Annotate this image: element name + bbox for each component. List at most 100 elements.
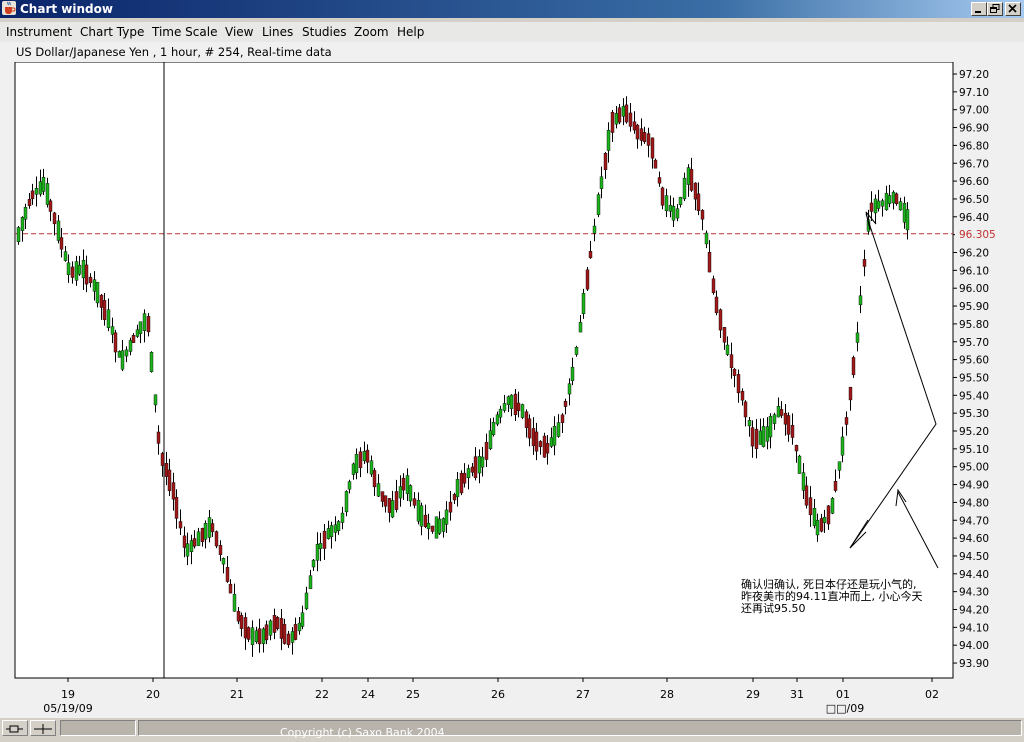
price-chart[interactable]: 97.20 97.10 97.00 96.90 96.80 96.70 96.60 96.50… bbox=[0, 62, 1024, 718]
candle-up bbox=[884, 192, 889, 211]
candle-down bbox=[131, 335, 136, 343]
candle-down bbox=[628, 112, 633, 127]
candle-up bbox=[38, 181, 43, 195]
candle-down bbox=[470, 466, 475, 473]
menu-instrument[interactable]: Instrument bbox=[6, 25, 72, 39]
candle-up bbox=[95, 282, 100, 304]
pin-button[interactable] bbox=[2, 720, 28, 736]
candle-up bbox=[398, 486, 403, 499]
x-tick-label: 25 bbox=[406, 688, 420, 701]
candle-down bbox=[358, 451, 363, 469]
candle-up bbox=[488, 430, 493, 449]
candle-down bbox=[59, 237, 64, 250]
crosshair-icon bbox=[34, 724, 52, 734]
candle-down bbox=[718, 309, 723, 331]
menu-chart-type[interactable]: Chart Type bbox=[80, 25, 144, 39]
y-tick-label: 94.40 bbox=[959, 569, 989, 581]
restore-button[interactable] bbox=[987, 2, 1003, 16]
candle-up bbox=[297, 622, 302, 632]
y-tick-label: 95.40 bbox=[959, 390, 989, 402]
candle-down bbox=[804, 485, 809, 506]
menu-zoom[interactable]: Zoom bbox=[354, 25, 389, 39]
menu-view[interactable]: View bbox=[225, 25, 253, 39]
annotation-text-line: 还再试95.50 bbox=[741, 602, 806, 615]
menu-studies[interactable]: Studies bbox=[302, 25, 347, 39]
menu-help[interactable]: Help bbox=[397, 25, 424, 39]
candle-up bbox=[318, 543, 323, 549]
instrument-description: US Dollar/Japanese Yen , 1 hour, # 254, … bbox=[16, 45, 332, 59]
candle-down bbox=[282, 624, 287, 644]
candle-up bbox=[765, 426, 770, 442]
candle-up bbox=[329, 525, 334, 537]
y-tick-label: 96.10 bbox=[959, 265, 989, 277]
candle-down bbox=[423, 514, 428, 527]
candle-down bbox=[383, 495, 388, 507]
candle-down bbox=[214, 531, 219, 547]
candle-up bbox=[621, 105, 626, 117]
close-icon bbox=[1008, 4, 1017, 13]
y-tick-label: 95.50 bbox=[959, 372, 989, 384]
candle-up bbox=[369, 460, 374, 475]
candle-down bbox=[239, 615, 244, 629]
candle-down bbox=[624, 104, 629, 123]
candle-up bbox=[747, 420, 752, 427]
candle-down bbox=[200, 527, 205, 542]
y-tick-label: 96.00 bbox=[959, 283, 989, 295]
candle-down bbox=[696, 193, 701, 211]
candle-down bbox=[167, 469, 172, 492]
menu-time-scale[interactable]: Time Scale bbox=[152, 25, 217, 39]
candle-up bbox=[347, 481, 352, 490]
x-tick-label: 01 bbox=[836, 688, 850, 701]
candle-down bbox=[848, 386, 853, 401]
candle-down bbox=[387, 498, 392, 513]
candle-down bbox=[473, 456, 478, 478]
candle-up bbox=[812, 508, 817, 526]
candle-up bbox=[830, 498, 835, 514]
candle-up bbox=[81, 259, 86, 279]
crosshair-button[interactable] bbox=[30, 720, 56, 736]
candle-down bbox=[869, 202, 874, 212]
candle-down bbox=[70, 266, 75, 278]
y-tick-label: 95.60 bbox=[959, 355, 989, 367]
current-price-label: 96.305 bbox=[959, 229, 996, 241]
pin-icon bbox=[6, 725, 23, 733]
candle-up bbox=[92, 279, 97, 292]
y-tick-label: 95.10 bbox=[959, 444, 989, 456]
candle-down bbox=[279, 618, 284, 639]
candle-down bbox=[243, 617, 248, 639]
candle-up bbox=[444, 509, 449, 525]
candle-down bbox=[534, 431, 539, 452]
candle-up bbox=[574, 347, 579, 355]
chart-area[interactable]: 97.20 97.10 97.00 96.90 96.80 96.70 96.60 96.50… bbox=[0, 62, 1024, 718]
y-tick-label: 95.70 bbox=[959, 337, 989, 349]
title-bar: Chart window bbox=[0, 0, 1024, 18]
candle-up bbox=[441, 518, 446, 532]
candle-down bbox=[617, 107, 622, 123]
candle-down bbox=[516, 402, 521, 411]
y-tick-label: 94.10 bbox=[959, 622, 989, 634]
close-button[interactable] bbox=[1005, 2, 1021, 16]
copyright-text: Copyright (c) Saxo Bank 2004 bbox=[280, 726, 445, 739]
candle-down bbox=[588, 251, 593, 259]
candle-down bbox=[88, 276, 93, 284]
candle-up bbox=[308, 575, 313, 590]
candle-down bbox=[52, 212, 57, 225]
candle-up bbox=[592, 225, 597, 234]
minimize-button[interactable] bbox=[971, 2, 987, 16]
candle-down bbox=[365, 449, 370, 463]
y-tick-label: 95.90 bbox=[959, 301, 989, 313]
java-cup-icon bbox=[2, 1, 16, 15]
candle-up bbox=[578, 322, 583, 333]
y-tick-label: 96.70 bbox=[959, 158, 989, 170]
candle-down bbox=[750, 427, 755, 447]
menu-lines[interactable]: Lines bbox=[262, 25, 293, 39]
candle-up bbox=[128, 340, 133, 352]
candle-up bbox=[902, 202, 907, 223]
candle-up bbox=[477, 456, 482, 474]
y-tick-label: 96.80 bbox=[959, 140, 989, 152]
x-tick-label: 26 bbox=[491, 688, 505, 701]
candle-up bbox=[16, 227, 21, 243]
candle-down bbox=[372, 470, 377, 488]
candle-up bbox=[268, 620, 273, 636]
minimize-icon bbox=[975, 11, 981, 13]
